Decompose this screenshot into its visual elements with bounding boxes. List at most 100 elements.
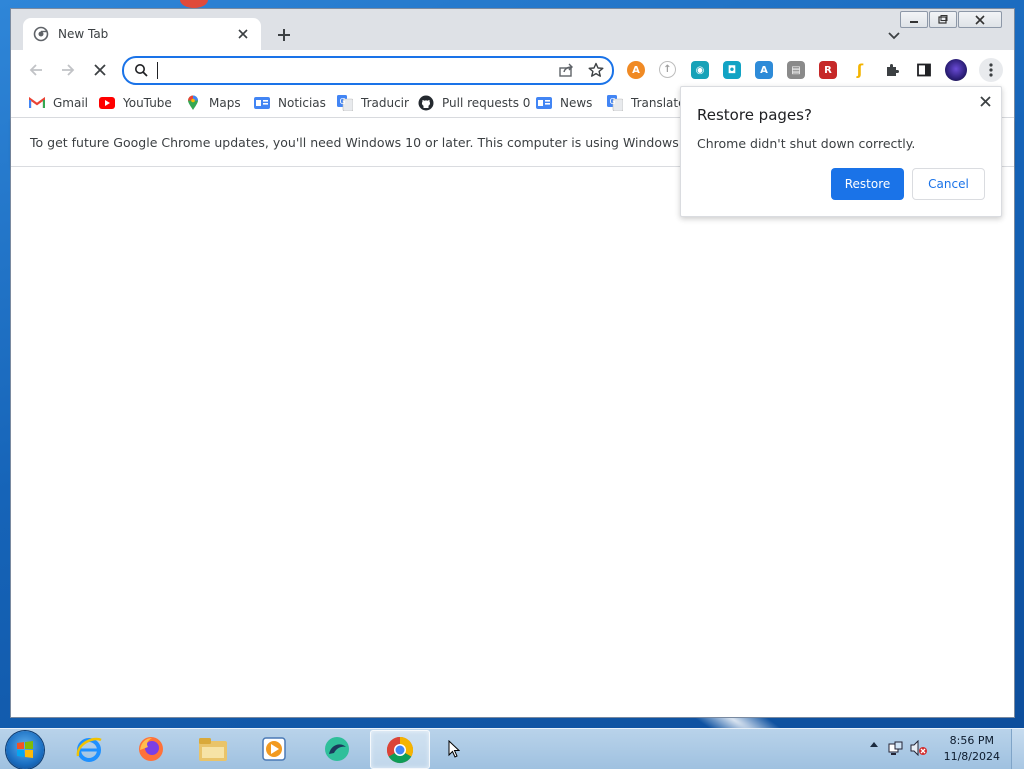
bookmark-maps[interactable]: Maps [185,94,241,112]
google-translate-icon: G [607,95,623,111]
back-button[interactable] [25,59,47,81]
bookmark-noticias[interactable]: Noticias [254,94,326,112]
circle-arrow-extension-icon[interactable]: ↑ [659,61,676,78]
chevron-up-icon [870,742,878,747]
stop-icon [94,64,106,76]
tab-new-tab[interactable]: New Tab [23,18,261,50]
forward-arrow-icon [62,64,75,76]
maximize-button[interactable] [929,11,957,28]
taskbar-file-explorer[interactable] [184,730,242,767]
bookmark-star-icon[interactable] [588,62,604,81]
window-close-button[interactable] [958,11,1002,28]
close-icon [975,14,985,25]
bookmark-label: Pull requests 0 [442,96,531,110]
blue-translate-extension-icon[interactable]: A [755,61,773,79]
cancel-button[interactable]: Cancel [912,168,985,200]
infobar-message: To get future Google Chrome updates, you… [30,135,695,150]
yellow-extension-icon[interactable]: ʃ [851,61,869,79]
bookmark-traducir[interactable]: G Traducir [337,94,409,112]
gmail-icon [29,95,45,111]
tab-title: New Tab [58,27,109,41]
taskbar: 8:56 PM 11/8/2024 [0,728,1024,769]
bookmark-label: Noticias [278,96,326,110]
desktop-icon-fragment [180,0,208,8]
maps-icon [185,95,201,111]
toolbar: A ↑ ◉ ◘ A ▤ R ʃ [11,50,1014,89]
kebab-menu-icon [989,63,993,77]
chrome-menu-button[interactable] [979,58,1003,82]
bookmark-translate[interactable]: G Translate [607,94,686,112]
firefox-icon [139,736,163,761]
stop-button[interactable] [89,59,111,81]
omnibox-input[interactable] [156,61,540,82]
chevron-down-icon [888,32,900,40]
show-desktop-button[interactable] [1011,729,1024,769]
svg-text:G: G [340,97,346,106]
new-tab-button[interactable] [273,24,295,46]
share-icon[interactable] [558,62,574,81]
network-icon[interactable] [888,740,904,756]
search-icon [134,63,148,80]
google-news-icon [254,95,270,111]
window-controls [900,11,1002,28]
chat-app-icon [325,736,349,761]
red-extension-icon[interactable]: R [819,61,837,79]
media-player-icon [262,736,286,761]
restore-pages-dialog: Restore pages? Chrome didn't shut down c… [680,86,1002,217]
extensions-puzzle-icon[interactable] [883,61,901,79]
show-hidden-icons-button[interactable] [870,741,878,747]
bookmark-pull-requests[interactable]: Pull requests 0 [418,94,530,112]
chrome-icon [386,736,414,763]
clock[interactable]: 8:56 PM 11/8/2024 [944,733,1000,765]
internet-explorer-icon [76,737,102,762]
file-explorer-icon [199,737,227,761]
mouse-pointer-icon [448,740,460,758]
dialog-close-button[interactable] [978,95,992,109]
side-panel-icon[interactable] [915,61,933,79]
tab-close-button[interactable] [235,26,251,42]
windows-logo-icon [17,741,33,758]
camera-extension-icon[interactable]: ◉ [691,61,709,79]
text-caret [157,62,158,79]
bookmark-label: Gmail [53,96,89,110]
bookmark-youtube[interactable]: YouTube [99,94,172,112]
taskbar-chrome[interactable] [370,730,430,769]
dialog-title: Restore pages? [697,106,812,124]
taskbar-media-player[interactable] [245,730,303,767]
clock-date: 11/8/2024 [943,750,1000,763]
bookmark-label: YouTube [123,96,172,110]
dialog-message: Chrome didn't shut down correctly. [697,136,916,151]
bookmark-label: Maps [209,96,241,110]
youtube-icon [99,95,115,111]
bookmark-label: News [560,96,593,110]
plus-icon [278,29,290,41]
google-translate-icon: G [337,95,353,111]
profile-avatar[interactable] [945,59,967,81]
bookmark-gmail[interactable]: Gmail [29,94,88,112]
taskbar-firefox[interactable] [122,730,180,767]
screenshot-extension-icon[interactable]: ▤ [787,61,805,79]
tab-search-button[interactable] [886,27,902,43]
back-arrow-icon [29,64,42,76]
restore-button[interactable]: Restore [831,168,904,200]
close-icon [979,96,991,107]
orange-extension-icon[interactable]: A [627,61,645,79]
clock-time: 8:56 PM [949,734,994,747]
omnibox[interactable] [122,56,614,85]
chrome-newtab-icon [33,26,49,42]
start-button[interactable] [6,731,44,769]
google-news-icon [536,95,552,111]
github-icon [418,95,434,111]
forward-button[interactable] [57,59,79,81]
bookmark-label: Traducir [361,96,409,110]
bookmark-label: Translate [631,96,686,110]
teal-square-extension-icon[interactable]: ◘ [723,61,741,79]
taskbar-chat-app[interactable] [308,730,366,767]
minimize-icon [910,20,918,23]
volume-muted-icon[interactable] [910,740,928,756]
close-icon [238,29,248,39]
bookmark-news[interactable]: News [536,94,592,112]
minimize-button[interactable] [900,11,928,28]
taskbar-internet-explorer[interactable] [60,730,118,767]
page-content[interactable] [11,167,1014,717]
